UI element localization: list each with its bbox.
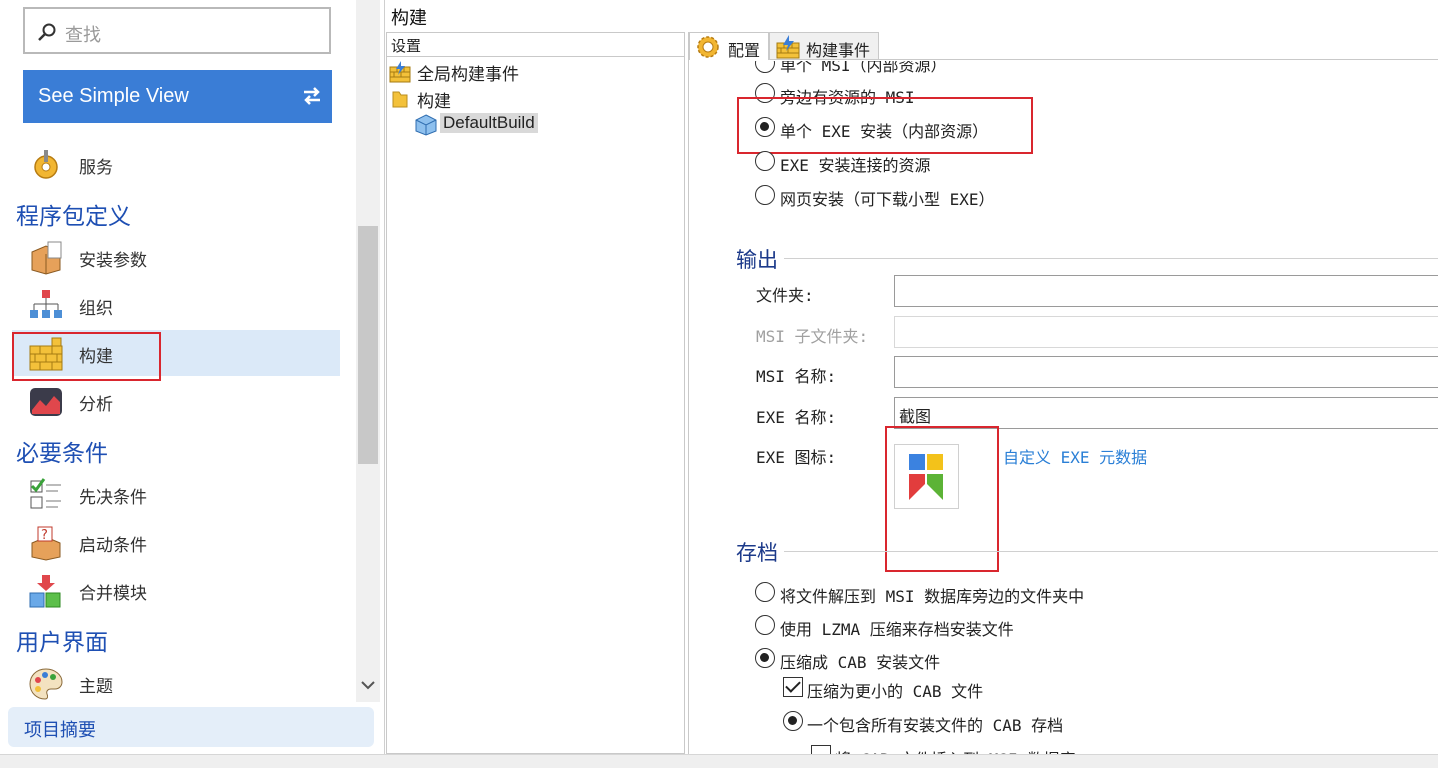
search-input[interactable]: 查找 [65,21,101,47]
exe-name-value: 截图 [899,407,932,426]
radio-single-cab[interactable] [783,711,803,731]
nav-label-launch-conditions: 启动条件 [79,536,147,556]
option-extract-label: 将文件解压到 MSI 数据库旁边的文件夹中 [780,587,1085,606]
msi-name-field[interactable] [894,356,1438,388]
see-simple-view-label: See Simple View [38,85,189,107]
question-box-icon: ? [31,526,61,561]
radio-extract-next-to-msi[interactable] [755,582,775,602]
settings-scroll-area: 单个 MSI（内部资源） 旁边有资源的 MSI 单个 EXE 安装（内部资源） … [689,61,1438,754]
tab-label: 配置 [728,41,761,60]
tab-configuration[interactable]: 配置 [689,32,769,60]
msi-subfolder-label: MSI 子文件夹: [756,327,869,346]
project-summary-label: 项目摘要 [24,720,96,741]
chevron-down-icon[interactable] [359,676,377,694]
build-events-icon [776,35,800,59]
nav-item-prerequisites[interactable]: 先决条件 [12,471,340,517]
exe-icon-label: EXE 图标: [756,448,837,467]
option-exe-linked-label: EXE 安装连接的资源 [780,156,931,175]
highlight-box-single-exe [737,97,1033,154]
nav-label-install-params: 安装参数 [79,251,147,271]
search-icon [38,23,56,41]
analysis-chart-icon [30,388,62,416]
custom-exe-metadata-link[interactable]: 自定义 EXE 元数据 [1003,444,1147,468]
single-cab-label: 一个包含所有安装文件的 CAB 存档 [807,716,1064,735]
tab-label: 构建事件 [806,41,871,60]
checklist-icon [30,478,61,509]
exe-name-field[interactable]: 截图 [894,397,1438,429]
svg-text:?: ? [41,528,48,543]
section-divider-output [784,258,1438,259]
embed-cab-label: 将 CAB 文件插入到 MSI 数据库 [835,746,1075,754]
option-web-install-label: 网页安装（可下载小型 EXE） [780,190,995,209]
folder-label: 文件夹: [756,286,814,305]
search-box[interactable]: 查找 [23,7,331,54]
tab-build-events[interactable]: 构建事件 [769,32,879,60]
tree-item-label: 构建 [417,92,451,112]
nav-item-install-params[interactable]: 安装参数 [12,234,340,280]
radio-exe-linked[interactable] [755,151,775,171]
group-heading-ui: 用户界面 [16,630,108,656]
project-summary-item[interactable]: 项目摘要 [8,707,374,747]
build-settings-tree: 设置 全局构建事件 构建 DefaultBuild [386,32,685,754]
checkbox-smaller-cab[interactable] [783,677,803,697]
see-simple-view-button[interactable]: See Simple View [23,70,332,123]
section-title-output: 输出 [736,248,778,272]
highlight-box-build [12,332,161,381]
nav-item-merge-modules[interactable]: 合并模块 [12,567,340,613]
nav-label-merge-modules: 合并模块 [79,584,147,604]
left-scrollbar-thumb[interactable] [358,226,378,464]
radio-single-msi[interactable] [755,61,775,73]
tab-bar: 配置 构建事件 [689,32,1438,60]
nav-item-theme[interactable]: 主题 [12,660,340,706]
tree-item-defaultbuild[interactable]: DefaultBuild [415,112,675,136]
nav-item-analysis[interactable]: 分析 [12,378,340,424]
group-heading-prereq: 必要条件 [16,441,108,467]
nav-item-organization[interactable]: 组织 [12,282,340,328]
services-gear-icon [34,150,58,179]
nav-item-launch-conditions[interactable]: ? 启动条件 [12,519,340,565]
radio-cab[interactable] [755,648,775,668]
checkbox-embed-cab[interactable] [811,745,831,754]
left-divider [384,0,385,768]
nav-label-analysis: 分析 [79,395,113,415]
msi-name-label: MSI 名称: [756,367,837,386]
left-navigation: 查找 See Simple View 服务 程序包定义 安装参数 组织 构建 分… [0,0,384,768]
smaller-cab-label: 压缩为更小的 CAB 文件 [807,682,984,701]
build-events-icon [389,61,411,83]
configuration-pane: 配置 构建事件 单个 MSI（内部资源） 旁边有资源的 MSI 单个 EXE 安… [688,32,1438,754]
bottom-status-bar [0,754,1438,768]
section-title-archive: 存档 [736,541,778,565]
exe-name-label: EXE 名称: [756,408,837,427]
group-heading-package: 程序包定义 [16,204,131,230]
radio-web-install[interactable] [755,185,775,205]
gear-icon [697,36,719,58]
tree-item-label: 全局构建事件 [417,65,519,85]
nav-label-services: 服务 [79,158,113,178]
tree-item-build-folder[interactable]: 构建 [389,86,669,112]
section-divider-archive [784,551,1438,552]
merge-modules-icon [29,575,61,608]
page-title: 构建 [391,8,427,29]
nav-label-organization: 组织 [79,299,113,319]
package-box-icon [31,241,62,275]
radio-lzma[interactable] [755,615,775,635]
tree-header-label: 设置 [391,37,422,55]
nav-item-services[interactable]: 服务 [12,141,340,187]
tree-item-label: DefaultBuild [440,113,538,133]
nav-label-theme: 主题 [79,677,113,697]
option-single-msi-label: 单个 MSI（内部资源） [780,61,947,75]
org-chart-icon [30,290,62,318]
left-scrollbar[interactable] [356,0,380,702]
folder-icon [392,91,408,108]
build-cube-icon [415,114,437,136]
folder-field[interactable] [894,275,1438,307]
palette-icon [29,668,63,700]
tree-header: 设置 [387,33,684,57]
swap-arrows-icon [304,87,320,105]
option-lzma-label: 使用 LZMA 压缩来存档安装文件 [780,620,1014,639]
nav-label-prerequisites: 先决条件 [79,488,147,508]
msi-subfolder-field[interactable] [894,316,1438,348]
tree-item-global-build-events[interactable]: 全局构建事件 [389,59,669,85]
option-cab-label: 压缩成 CAB 安装文件 [780,653,941,672]
